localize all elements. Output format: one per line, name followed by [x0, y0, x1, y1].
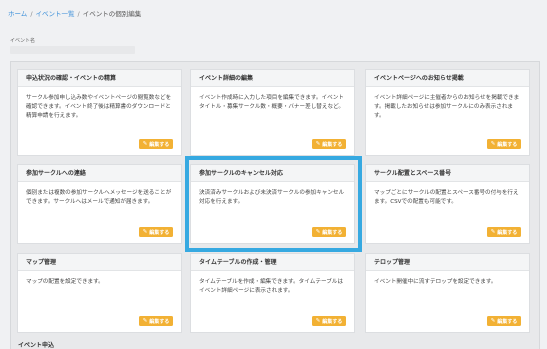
card-description: タイムテーブルを作成・編集できます。タイムテーブルはイベント詳細ページに表示され…	[199, 279, 343, 294]
card-event-notices: イベントページへのお知らせ掲載 イベント詳細ページに主催者からのお知らせを掲載で…	[365, 69, 530, 156]
card-title: 参加サークルへの連絡	[18, 165, 181, 182]
card-telop-management: テロップ管理 イベント開催中に流すテロップを設定できます。 ✎ 編集する	[365, 253, 530, 333]
breadcrumb-separator: /	[77, 10, 80, 18]
card-title: イベントページへのお知らせ掲載	[366, 70, 529, 87]
breadcrumb-event-list-link[interactable]: イベント一覧	[36, 10, 75, 18]
edit-button[interactable]: ✎ 編集する	[487, 316, 521, 326]
card-map-management: マップ管理 マップの配置を設定できます。 ✎ 編集する	[17, 253, 182, 333]
card-title: マップ管理	[18, 254, 181, 271]
edit-button-label: 編集する	[149, 229, 170, 236]
card-description: 個別または複数の参加サークルへメッセージを送ることができます。サークルへはメール…	[26, 190, 172, 205]
card-contact-circles: 参加サークルへの連絡 個別または複数の参加サークルへメッセージを送ることができま…	[17, 164, 182, 244]
edit-button[interactable]: ✎ 編集する	[312, 139, 346, 149]
breadcrumb: ホーム / イベント一覧 / イベントの個別編集	[8, 8, 141, 18]
highlight-frame	[185, 156, 362, 252]
card-description: マップの配置を設定できます。	[26, 279, 104, 285]
card-application-status: 申込状況の確認・イベントの精算 サークル参加申し込み数やイベントページの閲覧数な…	[17, 69, 182, 156]
pencil-icon: ✎	[315, 141, 321, 147]
card-title: サークル配置とスペース番号	[366, 165, 529, 182]
card-description: イベント詳細ページに主催者からのお知らせを掲載できます。掲載したお知らせは参加サ…	[374, 95, 520, 119]
event-name-value	[10, 46, 135, 54]
card-title: イベント詳細の編集	[191, 70, 354, 87]
card-description: サークル参加申し込み数やイベントページの閲覧数などを確認できます。イベント終了後…	[26, 95, 172, 119]
pencil-icon: ✎	[490, 229, 496, 235]
breadcrumb-current: イベントの個別編集	[82, 10, 142, 18]
pencil-icon: ✎	[315, 318, 321, 324]
breadcrumb-home-link[interactable]: ホーム	[8, 10, 27, 18]
pencil-icon: ✎	[142, 141, 148, 147]
edit-button[interactable]: ✎ 編集する	[139, 139, 173, 149]
pencil-icon: ✎	[490, 318, 496, 324]
card-description: マップごとにサークルの配置とスペース番号の付与を行えます。CSVでの配置も可能で…	[374, 190, 519, 205]
card-title: テロップ管理	[366, 254, 529, 271]
event-name-label: イベント名	[10, 38, 36, 44]
card-description: イベント開催中に流すテロップを設定できます。	[374, 279, 497, 285]
card-description: イベント作成時に入力した項目を編集できます。イベントタイトル・募集サークル数・概…	[199, 95, 344, 110]
edit-button[interactable]: ✎ 編集する	[312, 316, 346, 326]
edit-button[interactable]: ✎ 編集する	[487, 139, 521, 149]
card-title: タイムテーブルの作成・管理	[191, 254, 354, 271]
edit-button[interactable]: ✎ 編集する	[139, 227, 173, 237]
card-circle-placement: サークル配置とスペース番号 マップごとにサークルの配置とスペース番号の付与を行え…	[365, 164, 530, 244]
card-event-details: イベント詳細の編集 イベント作成時に入力した項目を編集できます。イベントタイトル…	[190, 69, 355, 156]
edit-button-label: 編集する	[322, 318, 343, 325]
section-title-event-application: イベント申込	[18, 342, 55, 349]
pencil-icon: ✎	[490, 141, 496, 147]
edit-button[interactable]: ✎ 編集する	[139, 316, 173, 326]
edit-button-label: 編集する	[497, 318, 518, 325]
edit-button-label: 編集する	[497, 141, 518, 148]
card-title: 申込状況の確認・イベントの精算	[18, 70, 181, 87]
card-timetable: タイムテーブルの作成・管理 タイムテーブルを作成・編集できます。タイムテーブルは…	[190, 253, 355, 333]
edit-button[interactable]: ✎ 編集する	[487, 227, 521, 237]
pencil-icon: ✎	[142, 229, 148, 235]
edit-button-label: 編集する	[497, 229, 518, 236]
pencil-icon: ✎	[142, 318, 148, 324]
edit-button-label: 編集する	[322, 141, 343, 148]
edit-button-label: 編集する	[149, 318, 170, 325]
edit-button-label: 編集する	[149, 141, 170, 148]
breadcrumb-separator: /	[30, 10, 33, 18]
